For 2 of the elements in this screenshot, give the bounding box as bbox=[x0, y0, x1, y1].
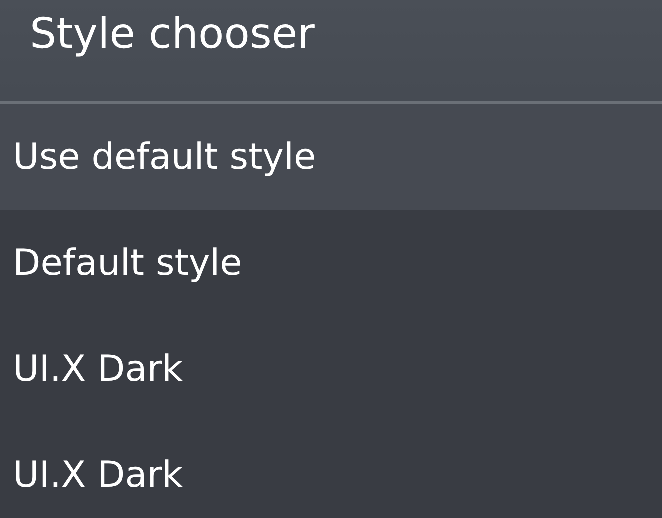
dialog-title: Style chooser bbox=[30, 8, 315, 60]
style-option[interactable]: Use default style bbox=[0, 104, 662, 210]
